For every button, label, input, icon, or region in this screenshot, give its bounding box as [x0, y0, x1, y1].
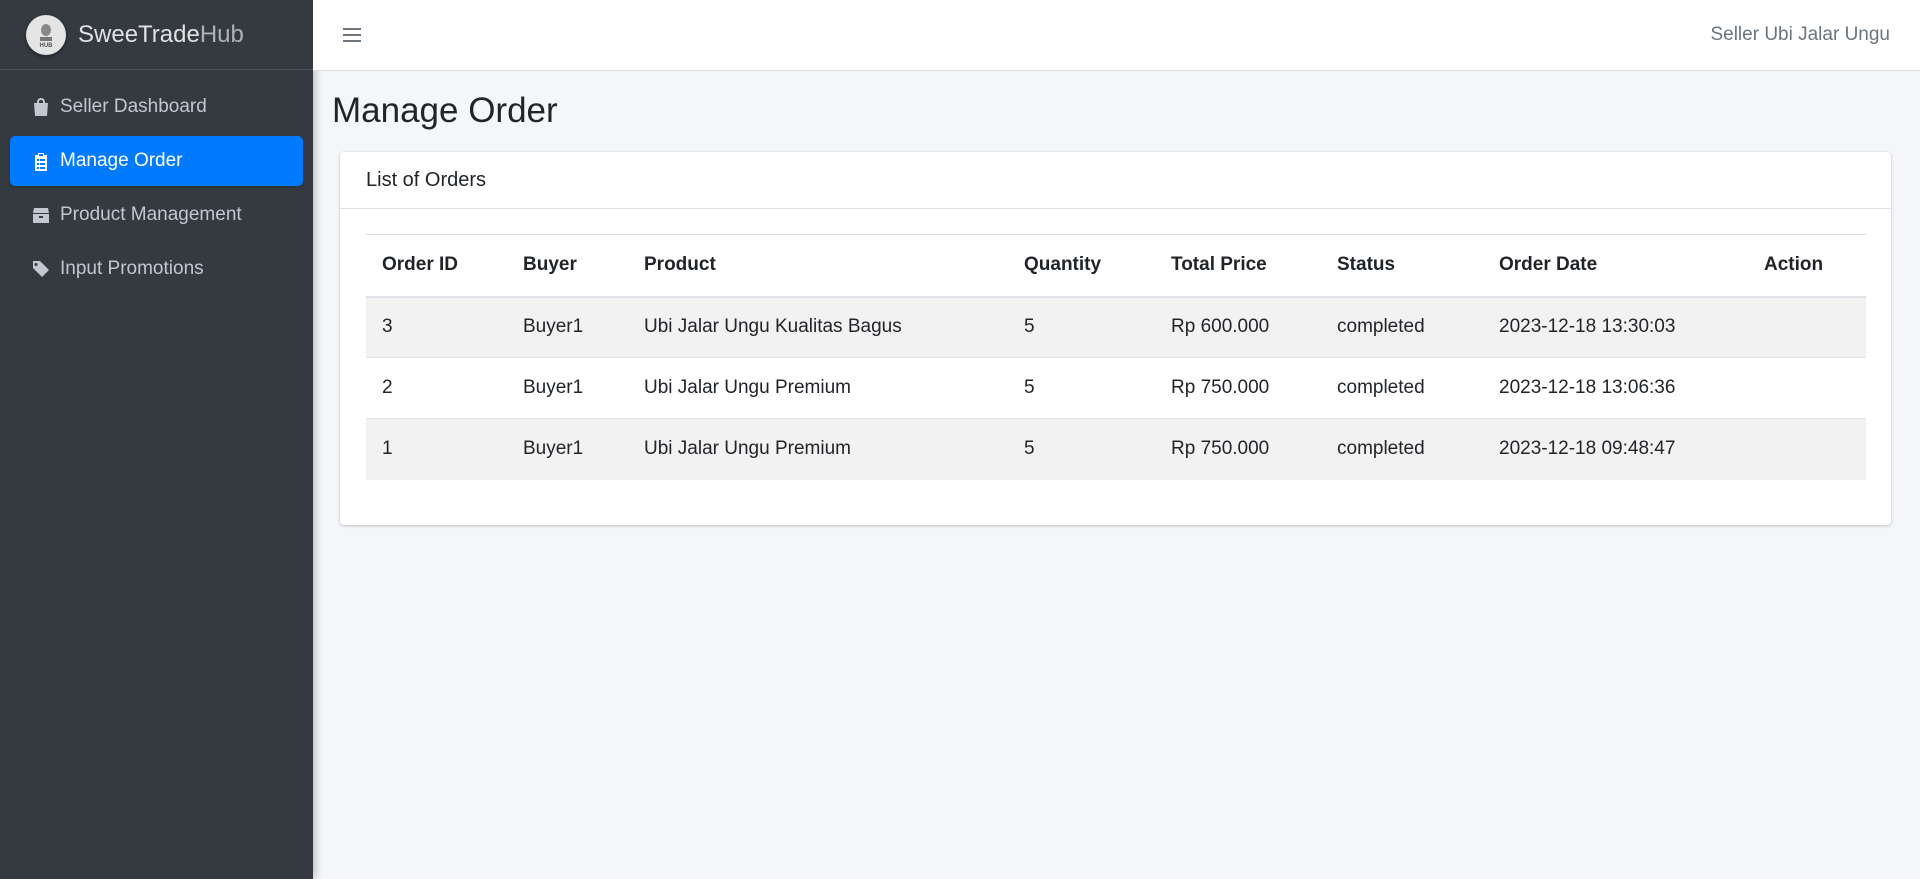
brand-logo: HUB: [26, 14, 66, 55]
table-header-row: Order ID Buyer Product Quantity Total Pr…: [366, 234, 1866, 298]
sidebar-item-label: Input Promotions: [60, 258, 204, 279]
cell-total-price: Rp 600.000: [1155, 296, 1321, 358]
orders-table: Order ID Buyer Product Quantity Total Pr…: [366, 234, 1866, 480]
header-total-price: Total Price: [1155, 234, 1321, 298]
user-name[interactable]: Seller Ubi Jalar Ungu: [1710, 24, 1890, 46]
page-title: Manage Order: [332, 91, 558, 130]
header-quantity: Quantity: [1008, 234, 1155, 298]
sidebar-item-seller-dashboard[interactable]: Seller Dashboard: [10, 82, 303, 132]
cell-status: completed: [1321, 357, 1483, 419]
clipboard-list-icon: [30, 150, 52, 172]
cell-product: Ubi Jalar Ungu Premium: [628, 418, 1008, 480]
box-icon: [30, 204, 52, 226]
header-buyer: Buyer: [507, 234, 628, 298]
cell-status: completed: [1321, 296, 1483, 358]
cell-action: [1748, 357, 1866, 419]
cell-buyer: Buyer1: [507, 357, 628, 419]
tags-icon: [30, 258, 52, 280]
cell-total-price: Rp 750.000: [1155, 418, 1321, 480]
sidebar-item-input-promotions[interactable]: Input Promotions: [10, 244, 303, 294]
header-order-id: Order ID: [366, 234, 507, 298]
cell-order-date: 2023-12-18 09:48:47: [1483, 418, 1748, 480]
cell-order-id: 3: [366, 296, 507, 358]
card-body: Order ID Buyer Product Quantity Total Pr…: [340, 209, 1891, 505]
sidebar-item-label: Manage Order: [60, 150, 183, 171]
brand-link[interactable]: HUB SweeTradeHub: [0, 0, 313, 70]
cell-order-date: 2023-12-18 13:30:03: [1483, 296, 1748, 358]
header-action: Action: [1748, 234, 1866, 298]
cell-total-price: Rp 750.000: [1155, 357, 1321, 419]
sidebar-nav: Seller Dashboard Manage Order Product Ma…: [0, 70, 313, 310]
header-order-date: Order Date: [1483, 234, 1748, 298]
svg-text:HUB: HUB: [40, 43, 54, 49]
cell-order-id: 1: [366, 418, 507, 480]
cell-quantity: 5: [1008, 357, 1155, 419]
sidebar-item-label: Seller Dashboard: [60, 96, 207, 117]
brand-name: SweeTradeHub: [78, 20, 244, 48]
sidebar: HUB SweeTradeHub Seller Dashboard Manage…: [0, 0, 313, 879]
cell-action: [1748, 418, 1866, 480]
top-navbar: Seller Ubi Jalar Ungu: [313, 0, 1920, 71]
shopping-bag-icon: [30, 96, 52, 118]
cell-product: Ubi Jalar Ungu Kualitas Bagus: [628, 296, 1008, 358]
cell-buyer: Buyer1: [507, 296, 628, 358]
card-title: List of Orders: [340, 152, 1891, 209]
cell-status: completed: [1321, 418, 1483, 480]
cell-order-date: 2023-12-18 13:06:36: [1483, 357, 1748, 419]
sidebar-item-product-management[interactable]: Product Management: [10, 190, 303, 240]
table-row: 1 Buyer1 Ubi Jalar Ungu Premium 5 Rp 750…: [366, 418, 1866, 480]
orders-card: List of Orders Order ID Buyer Product Qu…: [340, 152, 1891, 525]
sidebar-item-manage-order[interactable]: Manage Order: [10, 136, 303, 186]
main-content: Manage Order List of Orders Order ID Buy…: [313, 71, 1920, 879]
sidebar-item-label: Product Management: [60, 204, 242, 225]
cell-product: Ubi Jalar Ungu Premium: [628, 357, 1008, 419]
header-status: Status: [1321, 234, 1483, 298]
header-product: Product: [628, 234, 1008, 298]
cell-quantity: 5: [1008, 296, 1155, 358]
cell-buyer: Buyer1: [507, 418, 628, 480]
cell-quantity: 5: [1008, 418, 1155, 480]
cell-action: [1748, 296, 1866, 358]
cell-order-id: 2: [366, 357, 507, 419]
hamburger-icon[interactable]: [343, 23, 367, 47]
table-row: 3 Buyer1 Ubi Jalar Ungu Kualitas Bagus 5…: [366, 296, 1866, 358]
table-row: 2 Buyer1 Ubi Jalar Ungu Premium 5 Rp 750…: [366, 357, 1866, 419]
